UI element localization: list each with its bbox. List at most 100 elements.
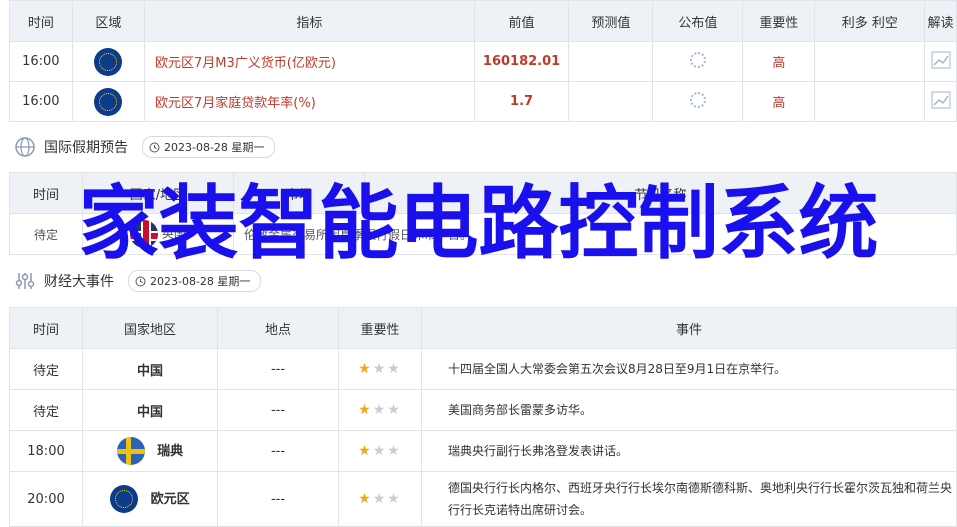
ev-region: 中国 xyxy=(82,389,218,431)
region-flag xyxy=(71,41,146,82)
events-table: 时间 国家地区 地点 重要性 事件 待定 中国 --- ★★★ 十四届全国人大常… xyxy=(9,307,957,527)
ev-text: 十四届全国人大常委会第五次会议8月28日至9月1日在京举行。 xyxy=(421,348,957,390)
ev-col-event: 事件 xyxy=(421,307,957,349)
globe-icon xyxy=(15,137,35,157)
ev-col-importance: 重要性 xyxy=(338,307,422,349)
se-flag-icon xyxy=(116,437,145,465)
econ-interpret[interactable] xyxy=(924,81,957,122)
econ-time: 16:00 xyxy=(9,41,73,82)
econ-actual xyxy=(652,81,744,122)
hol-col-market: 市场 xyxy=(233,172,365,214)
col-actual: 公布值 xyxy=(652,0,744,42)
ev-text: 德国央行行长内格尔、西班牙央行行长埃尔南德斯德科斯、奥地利央行行长霍尔茨瓦独和荷… xyxy=(421,471,957,527)
econ-row[interactable]: 16:00 欧元区7月家庭贷款年率(%) 1.7 高 xyxy=(9,81,957,122)
chart-icon[interactable] xyxy=(931,51,951,69)
col-importance: 重要性 xyxy=(742,0,816,42)
econ-indicator[interactable]: 欧元区7月家庭贷款年率(%) xyxy=(144,81,475,122)
col-bull-bear: 利多 利空 xyxy=(814,0,926,42)
ev-importance: ★★★ xyxy=(338,430,422,472)
ev-importance: ★★★ xyxy=(338,348,422,390)
econ-bull-bear xyxy=(814,41,926,82)
ev-time: 待定 xyxy=(9,389,83,431)
col-region: 区域 xyxy=(71,0,146,42)
ev-region: 瑞典 xyxy=(82,430,218,472)
holiday-table: 时间 国家/地区 市场 节日名称 待定 英国 伦敦金属交易所因夏季银行假日休市一… xyxy=(9,172,957,255)
ev-location: --- xyxy=(217,430,339,472)
ev-location: --- xyxy=(217,348,339,390)
events-title: 财经大事件 xyxy=(44,274,114,290)
econ-indicator[interactable]: 欧元区7月M3广义货币(亿欧元) xyxy=(144,41,475,82)
events-section-header: 财经大事件 2023-08-28 星期一 xyxy=(14,270,262,292)
eu-flag-icon xyxy=(94,87,123,116)
col-indicator: 指标 xyxy=(144,0,475,42)
event-row[interactable]: 待定 中国 --- ★★★ 十四届全国人大常委会第五次会议8月28日至9月1日在… xyxy=(9,348,957,390)
clock-icon xyxy=(135,276,146,286)
ev-text: 瑞典央行副行长弗洛登发表讲话。 xyxy=(421,430,957,472)
star-rating: ★★★ xyxy=(358,443,402,459)
eu-flag-icon xyxy=(94,47,123,76)
event-row[interactable]: 20:00 欧元区 --- ★★★ 德国央行行长内格尔、西班牙央行行长埃尔南德斯… xyxy=(9,471,957,527)
star-rating: ★★★ xyxy=(358,361,402,377)
loading-icon xyxy=(689,91,706,108)
hol-region-name: 英国 xyxy=(161,226,186,241)
econ-forecast xyxy=(568,41,654,82)
ev-region-name: 瑞典 xyxy=(157,443,184,459)
econ-previous: 1.7 xyxy=(473,81,570,122)
events-date-pill[interactable]: 2023-08-28 星期一 xyxy=(128,270,262,292)
ev-region: 中国 xyxy=(82,348,218,390)
ev-col-region: 国家地区 xyxy=(82,307,218,349)
hol-col-region: 国家/地区 xyxy=(82,172,234,214)
ev-time: 待定 xyxy=(9,348,83,390)
ev-text: 美国商务部长雷蒙多访华。 xyxy=(421,389,957,431)
econ-table: 时间 区域 指标 前值 预测值 公布值 重要性 利多 利空 解读 16:00 欧… xyxy=(9,0,957,122)
region-flag xyxy=(71,81,146,122)
ev-region: 欧元区 xyxy=(82,471,218,527)
col-previous: 前值 xyxy=(473,0,570,42)
hol-col-holiday: 节日名称 xyxy=(364,172,957,214)
holiday-row: 待定 英国 伦敦金属交易所因夏季银行假日休市一日。 xyxy=(9,213,957,255)
hol-region: 英国 xyxy=(82,213,234,255)
event-row[interactable]: 待定 中国 --- ★★★ 美国商务部长雷蒙多访华。 xyxy=(9,389,957,431)
econ-actual xyxy=(652,41,744,82)
uk-flag-icon xyxy=(130,220,159,248)
col-forecast: 预测值 xyxy=(568,0,654,42)
clock-icon xyxy=(149,142,160,152)
hol-text: 伦敦金属交易所因夏季银行假日休市一日。 xyxy=(233,213,957,255)
econ-header-row: 时间 区域 指标 前值 预测值 公布值 重要性 利多 利空 解读 xyxy=(9,0,957,42)
econ-bull-bear xyxy=(814,81,926,122)
holiday-date-pill[interactable]: 2023-08-28 星期一 xyxy=(142,136,276,158)
eu-flag-icon xyxy=(110,485,139,513)
ev-location: --- xyxy=(217,471,339,527)
ev-importance: ★★★ xyxy=(338,471,422,527)
ev-region-name: 欧元区 xyxy=(150,491,190,507)
col-time: 时间 xyxy=(9,0,73,42)
econ-time: 16:00 xyxy=(9,81,73,122)
holiday-date: 2023-08-28 星期一 xyxy=(164,141,265,154)
star-rating: ★★★ xyxy=(358,402,402,418)
sliders-icon xyxy=(15,273,35,289)
econ-interpret[interactable] xyxy=(924,41,957,82)
econ-previous: 160182.01 xyxy=(473,41,570,82)
econ-row[interactable]: 16:00 欧元区7月M3广义货币(亿欧元) 160182.01 高 xyxy=(9,41,957,82)
hol-time: 待定 xyxy=(9,213,83,255)
star-rating: ★★★ xyxy=(358,491,402,507)
ev-importance: ★★★ xyxy=(338,389,422,431)
ev-col-time: 时间 xyxy=(9,307,83,349)
event-row[interactable]: 18:00 瑞典 --- ★★★ 瑞典央行副行长弗洛登发表讲话。 xyxy=(9,430,957,472)
holiday-title: 国际假期预告 xyxy=(44,140,128,156)
ev-time: 18:00 xyxy=(9,430,83,472)
events-header-row: 时间 国家地区 地点 重要性 事件 xyxy=(9,307,957,349)
ev-location: --- xyxy=(217,389,339,431)
loading-icon xyxy=(689,51,706,68)
holiday-section-header: 国际假期预告 2023-08-28 星期一 xyxy=(14,136,276,158)
col-interpret: 解读 xyxy=(924,0,957,42)
ev-col-location: 地点 xyxy=(217,307,339,349)
ev-time: 20:00 xyxy=(9,471,83,527)
econ-importance: 高 xyxy=(742,41,816,82)
hol-col-time: 时间 xyxy=(9,172,83,214)
econ-forecast xyxy=(568,81,654,122)
events-date: 2023-08-28 星期一 xyxy=(150,275,251,288)
econ-importance: 高 xyxy=(742,81,816,122)
holiday-header-row: 时间 国家/地区 市场 节日名称 xyxy=(9,172,957,214)
chart-icon[interactable] xyxy=(931,91,951,109)
